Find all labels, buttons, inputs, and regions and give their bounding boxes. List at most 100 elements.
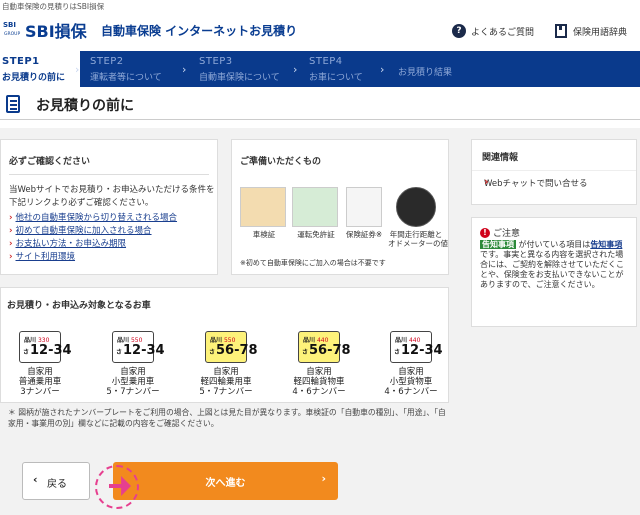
plate-caption: 自家用 軽四輪貨物車 4・6ナンバー: [292, 367, 346, 397]
step-3: STEP3 自動車保険について: [199, 51, 299, 87]
page-title-bar: お見積りの前に: [0, 92, 640, 120]
plate-number: さ12-34: [116, 343, 165, 358]
logo-group-text: GROUP: [4, 32, 21, 37]
prepare-note: ※初めて自動車保険にご加入の場合は不要です: [240, 259, 386, 267]
doc-caption: 運転免許証: [297, 230, 335, 239]
target-vehicles-card: お見積り・お申込み対象となるお車 品川 330 さ12-34 自家用 普通乗用車 3ナン…: [0, 287, 449, 403]
confirm-card: 必ずご確認ください 当Webサイトでお見積り・お申込みいただける条件を下記リンク…: [0, 139, 218, 275]
sbi-logo-mark: SBI GROUP: [3, 19, 23, 41]
step-arrow-icon: ›: [293, 63, 298, 76]
disclosure-link[interactable]: 告知事項: [590, 240, 622, 249]
list-item: › 他社の自動車保険から切り替えされる場合: [9, 212, 177, 225]
plate-number: さ56-78: [209, 343, 258, 358]
warning-icon: !: [480, 227, 490, 238]
next-button[interactable]: 次へ進む ›: [113, 462, 338, 500]
sbi-logo[interactable]: SBI損保: [25, 18, 87, 42]
webchat-link[interactable]: Webチャットで問い合せる ›: [472, 170, 636, 192]
prepare-title: ご準備いただくもの: [240, 157, 322, 167]
footnote: ＊ 図柄が施されたナンバープレートをご利用の場合、上図とは見た目が異なります。車…: [8, 408, 446, 428]
step-1-number: STEP1: [2, 56, 40, 67]
header: SBI GROUP SBI損保 自動車保険 インターネットお見積り ? よくある…: [0, 12, 640, 46]
vehicle-certificate-icon: [240, 187, 286, 227]
plate-caption: 自家用 小型貨物車 4・6ナンバー: [384, 367, 438, 397]
chevron-right-icon: ›: [484, 175, 489, 188]
step-result-label: お見積り結果: [398, 68, 453, 78]
document-list: 車検証 運転免許証 保険証券※ 年間走行距離と オドメーターの値: [240, 187, 448, 248]
step-arrow-icon: ›: [380, 63, 385, 76]
license-icon: [292, 187, 338, 227]
step-result: お見積り結果: [398, 51, 478, 87]
related-title: 関連情報: [482, 153, 519, 163]
list-item: › サイト利用環境: [9, 251, 177, 264]
doc-caption: 保険証券※: [345, 230, 383, 239]
plates-title: お見積り・お申込み対象となるお車: [7, 301, 151, 311]
license-plate-icon: 品川 330 さ12-34: [19, 331, 72, 363]
step-1: STEP1 お見積りの前に: [0, 51, 80, 87]
arrow-pointer-icon: [109, 476, 131, 496]
faq-link[interactable]: ? よくあるご質問: [452, 24, 534, 38]
plate-number: さ12-34: [23, 343, 72, 358]
license-plate-icon: 品川 440 さ12-34: [390, 331, 443, 363]
step-arrow-icon: ›: [75, 63, 80, 76]
arrow-icon: ›: [9, 213, 13, 223]
glossary-link[interactable]: 保険用語辞典: [555, 24, 627, 38]
disclosure-badge: 告知事項: [480, 240, 516, 249]
doc-caption: オドメーターの値: [388, 239, 448, 248]
step-3-number: STEP3: [199, 56, 233, 67]
logo-mark-text: SBI: [3, 21, 16, 29]
step-2: STEP2 運転者等について: [90, 51, 190, 87]
plate-caption: 自家用 小型乗用車 5・7ナンバー: [106, 367, 160, 397]
glossary-label: 保険用語辞典: [573, 27, 628, 38]
list-item: › 初めて自動車保険に加入される場合: [9, 225, 177, 238]
policy-document-icon: [346, 187, 382, 227]
chevron-right-icon: ›: [321, 472, 326, 485]
confirm-title: 必ずご確認ください: [9, 157, 91, 167]
back-button[interactable]: ‹ 戻る: [22, 462, 90, 500]
book-icon: [555, 24, 567, 38]
faq-label: よくあるご質問: [471, 27, 535, 38]
step-4-label: お車について: [309, 73, 363, 83]
doc-caption: 車検証: [252, 230, 276, 239]
step-progress-bar: STEP1 お見積りの前に › STEP2 運転者等について › STEP3 自…: [0, 51, 640, 87]
top-notice: 自動車保険の見積りはSBI損保: [2, 2, 105, 11]
odometer-icon: [396, 187, 436, 227]
arrow-icon: ›: [9, 252, 13, 262]
confirm-links: › 他社の自動車保険から切り替えされる場合 › 初めて自動車保険に加入される場合 ›…: [9, 212, 177, 264]
question-icon: ?: [452, 24, 466, 38]
arrow-icon: ›: [9, 239, 13, 249]
step-4-number: STEP4: [309, 56, 343, 67]
plate-caption: 自家用 普通乗用車 3ナンバー: [18, 367, 62, 397]
arrow-icon: ›: [9, 226, 13, 236]
step-arrow-icon: ›: [182, 63, 187, 76]
caution-title-text: ご注意: [493, 229, 521, 239]
related-info-card: 関連情報 Webチャットで問い合せる ›: [471, 139, 637, 205]
step-2-label: 運転者等について: [90, 73, 162, 83]
plate-caption: 自家用 軽四輪乗用車 5・7ナンバー: [199, 367, 253, 397]
doc-license: 運転免許証: [292, 187, 340, 239]
page-title: お見積りの前に: [36, 98, 134, 114]
step-4: STEP4 お車について: [309, 51, 389, 87]
site-heading: 自動車保険 インターネットお見積り: [101, 24, 298, 38]
chevron-left-icon: ‹: [33, 473, 38, 486]
pointer-hint-icon: [95, 465, 139, 509]
divider: [9, 174, 209, 175]
back-label: 戻る: [47, 479, 67, 490]
prepare-card: ご準備いただくもの 車検証 運転免許証 保険証券※ 年間走行距離と オドメーター…: [231, 139, 449, 275]
confirm-intro: 当Webサイトでお見積り・お申込みいただける条件を下記リンクより必ずご確認くださ…: [9, 185, 215, 208]
doc-odometer: 年間走行距離と オドメーターの値: [388, 187, 448, 248]
doc-caption: 年間走行距離と: [389, 230, 443, 239]
license-plate-icon: 品川 440 さ56-78: [298, 331, 351, 363]
list-item: › お支払い方法・お申込み期限: [9, 238, 177, 251]
link-switching[interactable]: 他社の自動車保険から切り替えされる場合: [16, 213, 178, 223]
link-environment[interactable]: サイト利用環境: [16, 252, 76, 262]
plate-number: さ56-78: [302, 343, 351, 358]
document-icon: [6, 95, 20, 113]
caution-text-b: です。事実と異なる内容を選択された場合には、ご契約を解除させていただくことや、保…: [480, 250, 624, 289]
caution-card: ! ご注意 告知事項 が付いている項目は告知事項です。事実と異なる内容を選択された…: [471, 217, 637, 327]
license-plate-icon: 品川 550 さ12-34: [112, 331, 165, 363]
link-first-time[interactable]: 初めて自動車保険に加入される場合: [16, 226, 152, 236]
caution-title: ! ご注意: [480, 226, 520, 239]
step-1-label: お見積りの前に: [2, 73, 66, 83]
link-payment[interactable]: お支払い方法・お申込み期限: [16, 239, 127, 249]
next-label: 次へ進む: [205, 478, 246, 489]
